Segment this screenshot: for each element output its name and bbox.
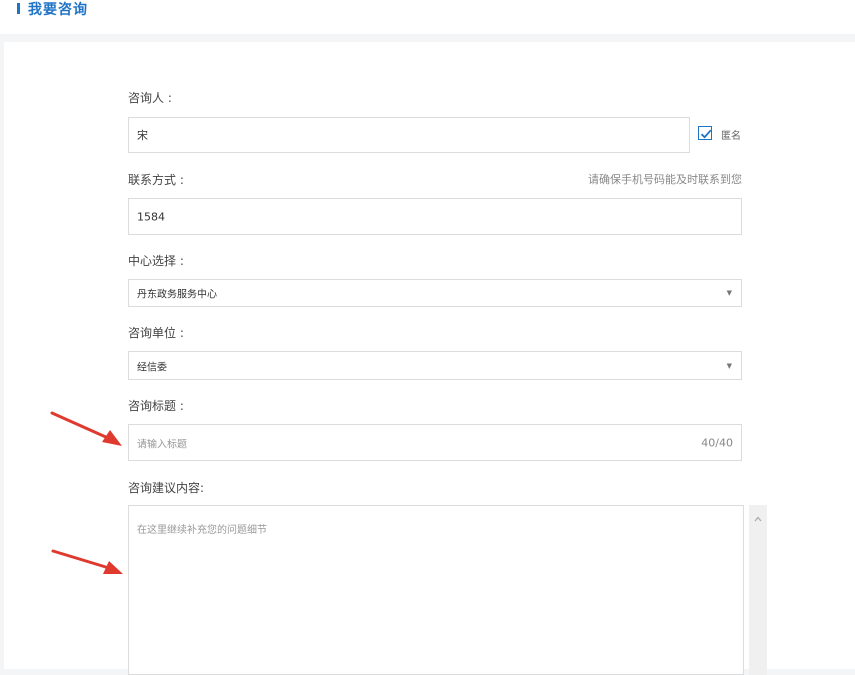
- content-scrollbar[interactable]: [749, 505, 767, 675]
- center-label: 中心选择 :: [128, 254, 184, 268]
- page-header: 我要咨询: [0, 0, 855, 34]
- title-input[interactable]: 请输入标题 40/40: [128, 424, 742, 461]
- chevron-down-icon: ▼: [726, 361, 732, 370]
- anonymous-checkbox[interactable]: [698, 126, 712, 140]
- title-char-counter: 40/40: [701, 436, 733, 449]
- chevron-down-icon: ▼: [726, 289, 732, 297]
- contact-value: 1584: [137, 210, 165, 223]
- header-accent-bar: [17, 3, 20, 14]
- center-select[interactable]: 丹东政务服务中心 ▼: [128, 279, 742, 307]
- title-label: 咨询标题 :: [128, 399, 184, 413]
- unit-select[interactable]: 经信委 ▼: [128, 351, 742, 380]
- checkmark-icon: [700, 129, 712, 139]
- title-placeholder: 请输入标题: [137, 439, 187, 450]
- consultant-label: 咨询人 :: [128, 91, 172, 105]
- anonymous-label: 匿名: [721, 131, 741, 142]
- content-textarea[interactable]: 在这里继续补充您的问题细节: [128, 505, 744, 675]
- unit-label: 咨询单位 :: [128, 326, 184, 340]
- content-placeholder: 在这里继续补充您的问题细节: [137, 525, 267, 536]
- center-selected: 丹东政务服务中心: [137, 289, 217, 301]
- contact-label: 联系方式 :: [128, 173, 184, 187]
- contact-input[interactable]: 1584: [128, 198, 742, 235]
- page-title: 我要咨询: [28, 2, 88, 18]
- contact-hint: 请确保手机号码能及时联系到您: [588, 173, 742, 186]
- annotation-arrow-icon: [51, 549, 123, 574]
- consultant-input[interactable]: 宋: [128, 117, 690, 153]
- consultant-value: 宋: [137, 129, 148, 142]
- content-label: 咨询建议内容:: [128, 481, 205, 495]
- unit-selected: 经信委: [137, 362, 167, 373]
- annotation-arrow-icon: [50, 411, 122, 446]
- chevron-up-icon[interactable]: [753, 514, 763, 524]
